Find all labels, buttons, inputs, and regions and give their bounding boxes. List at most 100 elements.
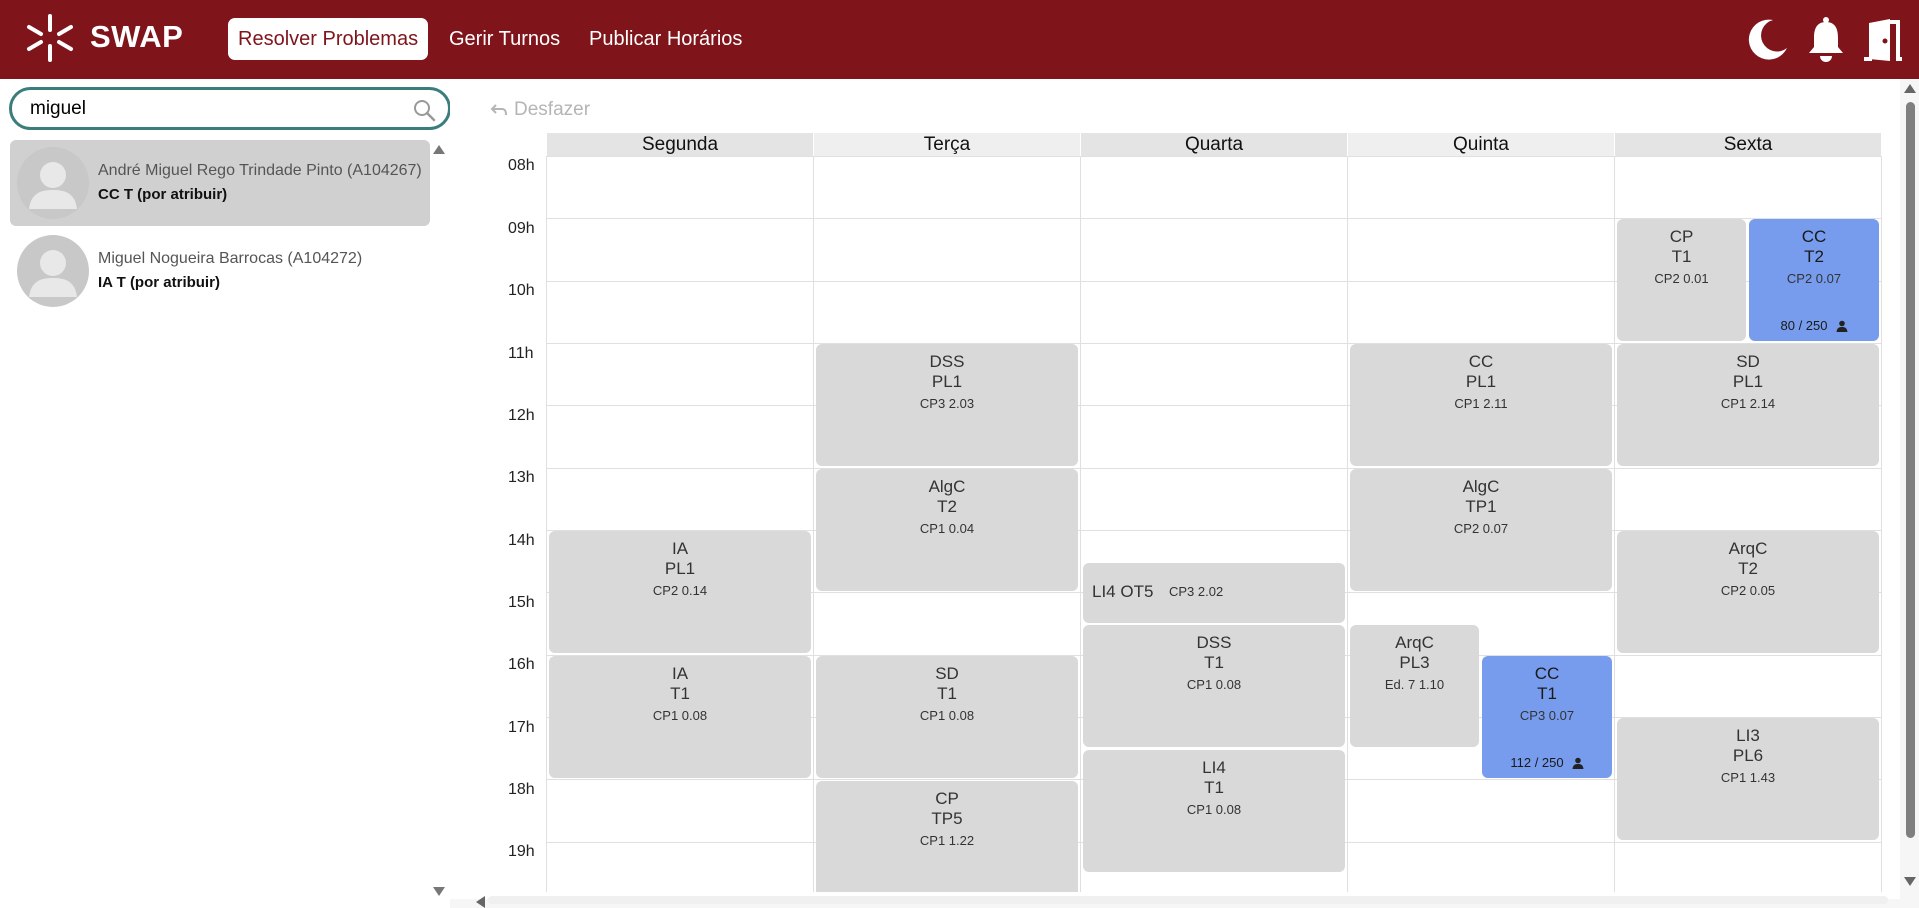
search-input[interactable] — [30, 97, 390, 121]
hour-label: 15h — [508, 594, 535, 611]
class-block[interactable]: CP TP5 CP1 1.22 — [816, 781, 1078, 892]
hour-label: 12h — [508, 407, 535, 424]
class-room: CP1 0.08 — [1186, 677, 1242, 692]
class-code: AlgC — [1462, 477, 1500, 496]
scroll-left-arrow-icon[interactable] — [476, 896, 485, 908]
class-capacity: 112 / 250 — [1482, 755, 1612, 770]
nav-resolver-problemas[interactable]: Resolver Problemas — [228, 18, 429, 60]
class-room: CP3 2.02 — [1169, 584, 1224, 599]
class-block-highlighted[interactable]: CC T2 CP2 0.07 80 / 250 — [1749, 219, 1879, 341]
class-block[interactable]: SD T1 CP1 0.08 — [816, 656, 1078, 778]
grid-line — [1347, 156, 1348, 892]
hour-label: 11h — [508, 345, 534, 362]
student-name: Miguel Nogueira Barrocas (A104272) — [98, 250, 363, 267]
capacity-count: 80 / 250 — [1780, 318, 1828, 333]
grid-line — [546, 468, 1881, 469]
class-block[interactable]: AlgC T2 CP1 0.04 — [816, 469, 1078, 591]
hour-label: 09h — [508, 220, 535, 237]
class-code: ArqC — [1395, 633, 1434, 652]
day-header-sexta: Sexta — [1615, 133, 1881, 156]
class-block[interactable]: IA PL1 CP2 0.14 — [549, 531, 811, 653]
grid-line — [546, 156, 547, 892]
class-room: CP2 0.14 — [652, 583, 708, 598]
bell-icon[interactable] — [1803, 14, 1849, 64]
class-code: CC — [1534, 664, 1560, 683]
class-block[interactable]: CP T1 CP2 0.01 — [1617, 219, 1746, 341]
class-room: CP1 1.22 — [919, 833, 975, 848]
class-code: DSS — [929, 352, 965, 371]
class-block-highlighted[interactable]: CC T1 CP3 0.07 112 / 250 — [1482, 656, 1612, 778]
scroll-down-arrow-icon[interactable] — [433, 887, 445, 896]
student-sidebar: André Miguel Rego Trindade Pinto (A10426… — [0, 79, 451, 908]
class-type: TP5 — [931, 809, 963, 828]
user-avatar-icon — [29, 162, 77, 209]
class-room: CP2 0.05 — [1720, 583, 1776, 598]
class-code: CC — [1801, 227, 1827, 246]
horizontal-scrollbar[interactable] — [488, 896, 1888, 904]
class-type: PL1 — [664, 559, 696, 578]
class-block[interactable]: CC PL1 CP1 2.11 — [1350, 344, 1612, 466]
nav-publicar-horarios[interactable]: Publicar Horários — [579, 18, 752, 60]
grid-line — [1881, 156, 1882, 892]
class-type: PL1 — [931, 372, 963, 391]
day-header-terca: Terça — [814, 133, 1080, 156]
class-code: SD — [935, 664, 959, 683]
class-room: Ed. 7 1.10 — [1384, 677, 1445, 692]
day-header-quarta: Quarta — [1081, 133, 1347, 156]
class-type: T2 — [1804, 247, 1824, 266]
grid-line — [1614, 156, 1615, 892]
hour-label: 16h — [508, 656, 535, 673]
class-type: T1 — [1204, 778, 1224, 797]
person-icon — [1572, 757, 1584, 769]
class-type: PL1 — [1465, 372, 1497, 391]
vertical-scrollbar-thumb[interactable] — [1906, 102, 1915, 838]
grid-line — [1080, 156, 1081, 892]
search-box[interactable] — [9, 87, 451, 130]
class-code: IA — [671, 539, 689, 558]
class-code: DSS — [1196, 633, 1232, 652]
student-list-item[interactable]: André Miguel Rego Trindade Pinto (A10426… — [10, 140, 430, 226]
avatar — [17, 235, 89, 307]
scroll-up-arrow-icon[interactable] — [433, 145, 445, 154]
grid-line — [546, 156, 1881, 157]
hour-label: 19h — [508, 843, 535, 860]
student-pending-class: IA T (por atribuir) — [98, 274, 220, 291]
class-block[interactable]: ArqC PL3 Ed. 7 1.10 — [1350, 625, 1479, 747]
moon-icon[interactable] — [1745, 14, 1791, 64]
nav-gerir-turnos[interactable]: Gerir Turnos — [439, 18, 570, 60]
class-type: T2 — [937, 497, 957, 516]
undo-button[interactable]: Desfazer — [490, 99, 590, 121]
student-list-item[interactable]: Miguel Nogueira Barrocas (A104272) IA T … — [10, 228, 430, 314]
user-avatar-icon — [29, 250, 77, 297]
scroll-up-arrow-icon[interactable] — [1904, 84, 1916, 93]
class-code: ArqC — [1728, 539, 1768, 558]
class-type: PL1 — [1732, 372, 1764, 391]
class-room: CP3 2.03 — [919, 396, 975, 411]
class-block[interactable]: LI4 T1 CP1 0.08 — [1083, 750, 1345, 872]
class-block[interactable]: SD PL1 CP1 2.14 — [1617, 344, 1879, 466]
class-room: CP1 0.08 — [919, 708, 975, 723]
class-block[interactable]: LI3 PL6 CP1 1.43 — [1617, 718, 1879, 840]
avatar — [17, 147, 89, 219]
class-room: CP1 1.43 — [1720, 770, 1776, 785]
hour-label: 14h — [508, 532, 535, 549]
search-icon[interactable] — [412, 98, 436, 122]
class-block[interactable]: LI4 OT5 CP3 2.02 — [1083, 563, 1345, 623]
scroll-down-arrow-icon[interactable] — [1904, 877, 1916, 886]
class-room: CP1 0.08 — [652, 708, 708, 723]
class-block[interactable]: IA T1 CP1 0.08 — [549, 656, 811, 778]
class-type: T1 — [1671, 247, 1692, 266]
class-room: CP3 0.07 — [1519, 708, 1575, 723]
class-block[interactable]: ArqC T2 CP2 0.05 — [1617, 531, 1879, 653]
class-code: LI3 — [1736, 726, 1760, 745]
class-block[interactable]: DSS T1 CP1 0.08 — [1083, 625, 1345, 747]
class-block[interactable]: AlgC TP1 CP2 0.07 — [1350, 469, 1612, 591]
class-block[interactable]: DSS PL1 CP3 2.03 — [816, 344, 1078, 466]
class-type: PL6 — [1732, 746, 1764, 765]
class-code: CP — [935, 789, 959, 808]
class-code: CP — [1669, 227, 1694, 246]
class-type: T1 — [1204, 653, 1224, 672]
class-type: T1 — [670, 684, 690, 703]
brand-name: SWAP — [90, 19, 184, 54]
logout-door-icon[interactable] — [1860, 14, 1906, 64]
